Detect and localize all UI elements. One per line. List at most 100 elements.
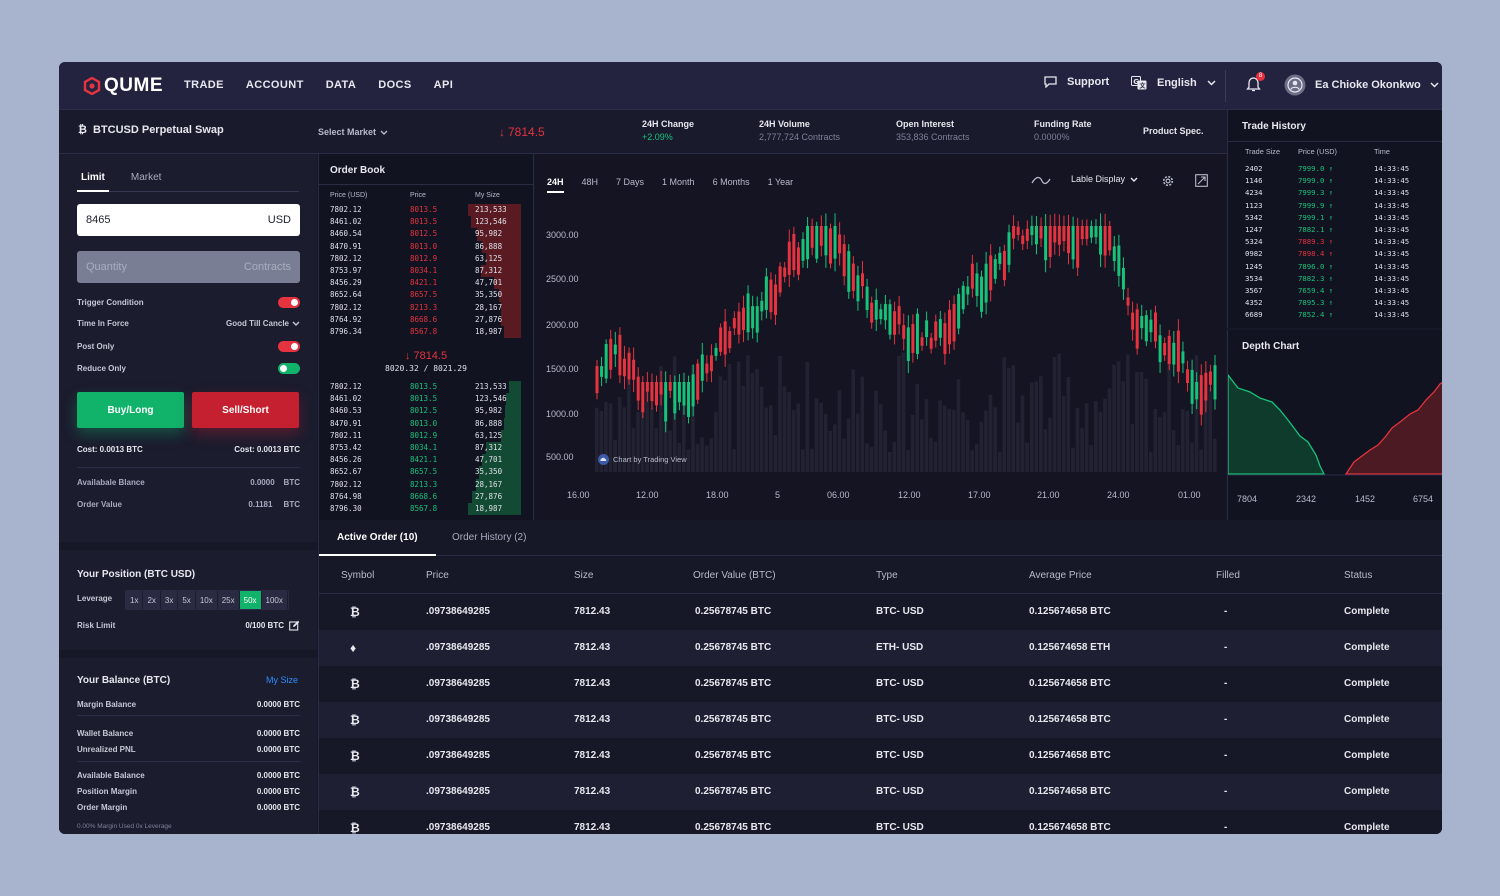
leverage-option-3x[interactable]: 3x (160, 591, 179, 609)
candle-up (664, 382, 668, 422)
bid-row[interactable]: 8796.30 8567.8 18,987 (319, 502, 533, 516)
ask-row[interactable]: 8461.02 8013.5 123,546 (319, 216, 533, 229)
ask-row[interactable]: 7802.12 8013.5 213,533 (319, 204, 533, 217)
reduce-only-toggle[interactable] (278, 363, 300, 374)
order-type: BTC- USD (876, 750, 924, 761)
leverage-selector: 1x 2x 3x 5x 10x 25x 50x 100x (125, 590, 289, 610)
order-row[interactable]: ₿ .09738649285 7812.43 0.25678745 BTC BTC- U… (319, 810, 1442, 834)
volume-bar (833, 424, 837, 472)
brand-logo[interactable]: QUME (83, 75, 163, 97)
volume-bar (965, 420, 970, 472)
ask-row[interactable]: 7802.12 8213.3 28,167 (319, 301, 533, 314)
order-price: .09738649285 (426, 786, 490, 797)
select-market-dropdown[interactable]: Select Market (318, 127, 388, 137)
ask-row[interactable]: 8470.91 8013.0 86,888 (319, 240, 533, 253)
tab-active-orders[interactable]: Active Order (10) (319, 520, 436, 556)
order-filled: - (1224, 822, 1228, 833)
ask-row[interactable]: 8753.97 8034.1 87,312 (319, 264, 533, 278)
user-menu[interactable]: Ea Chioke Okonkwo (1284, 74, 1439, 96)
bid-row[interactable]: 8460.53 8012.5 95,982 (319, 405, 533, 418)
volume-bar (1185, 410, 1190, 472)
stat-value: 0.0000% (1034, 132, 1070, 142)
cloud-icon (598, 454, 609, 465)
nav-link-data[interactable]: DATA (326, 79, 357, 91)
order-row[interactable]: ₿ .09738649285 7812.43 0.25678745 BTC BTC- U… (319, 774, 1442, 810)
bid-depth-area (1228, 373, 1326, 475)
sell-short-button[interactable]: Sell/Short (192, 392, 299, 428)
leverage-option-50x[interactable]: 50x (239, 591, 262, 609)
language-select[interactable]: G文 English (1131, 76, 1216, 90)
ob-header-price-usd: Price (USD) (330, 192, 368, 199)
tab-order-history[interactable]: Order History (2) (434, 520, 544, 556)
leverage-option-5x[interactable]: 5x (178, 591, 196, 609)
pair-title: ₿ BTCUSD Perpetual Swap (78, 124, 224, 136)
arrow-up-icon: ↑ (1324, 164, 1334, 173)
ask-row[interactable]: 8460.54 8012.5 95,982 (319, 228, 533, 241)
col-order-value: Order Value (BTC) (693, 570, 776, 581)
product-spec-link[interactable]: Product Spec. (1143, 126, 1204, 136)
candle-down (1199, 375, 1203, 415)
bid-row[interactable]: 8753.42 8034.1 87,312 (319, 441, 533, 455)
candle-down (810, 226, 814, 248)
bid-row[interactable]: 8652.67 8657.5 35,350 (319, 466, 533, 479)
order-filled: - (1224, 750, 1228, 761)
tab-limit[interactable]: Limit (77, 172, 109, 192)
leverage-option-1x[interactable]: 1x (126, 591, 144, 609)
order-value-row: Order Value 0.1181 BTC (77, 500, 300, 509)
my-size-link[interactable]: My Size (266, 675, 298, 685)
bid-row[interactable]: 8456.26 8421.1 47,701 (319, 454, 533, 467)
ob-price: 8013.5 (410, 217, 438, 227)
trigger-condition-toggle[interactable] (278, 297, 300, 308)
bid-row[interactable]: 8764.98 8668.6 27,876 (319, 490, 533, 503)
ask-row[interactable]: 8456.29 8421.1 47,701 (319, 277, 533, 290)
bid-row[interactable]: 7802.11 8012.9 63,125 (319, 429, 533, 442)
ask-row[interactable]: 8652.64 8657.5 35,350 (319, 289, 533, 302)
bid-row[interactable]: 7802.12 8013.5 213,533 (319, 381, 533, 394)
leverage-option-25x[interactable]: 25x (217, 591, 240, 609)
nav-link-trade[interactable]: TRADE (184, 79, 224, 91)
leverage-option-100x[interactable]: 100x (261, 591, 288, 609)
leverage-option-2x[interactable]: 2x (143, 591, 161, 609)
divider (77, 467, 300, 468)
time-in-force-select[interactable]: Good Till Cancle (226, 319, 300, 328)
buy-long-button[interactable]: Buy/Long (77, 392, 184, 428)
post-only-toggle[interactable] (278, 341, 300, 352)
tab-market[interactable]: Market (131, 172, 162, 191)
quantity-input[interactable]: Quantity Contracts (77, 251, 300, 283)
chat-icon (1044, 76, 1057, 88)
leverage-option-10x[interactable]: 10x (195, 591, 218, 609)
nav-link-account[interactable]: ACCOUNT (246, 79, 304, 91)
order-row[interactable]: ♦ .09738649285 7812.43 0.25678745 BTC ETH- U… (319, 630, 1442, 666)
edit-icon[interactable] (289, 620, 300, 631)
support-label: Support (1067, 76, 1110, 88)
volume-bar (1052, 357, 1057, 472)
order-avg: 0.125674658 BTC (1029, 606, 1111, 617)
order-row[interactable]: ₿ .09738649285 7812.43 0.25678745 BTC BTC- U… (319, 594, 1442, 630)
stat-label: Funding Rate (1034, 119, 1092, 129)
order-row[interactable]: ₿ .09738649285 7812.43 0.25678745 BTC BTC- U… (319, 702, 1442, 738)
order-row[interactable]: ₿ .09738649285 7812.43 0.25678745 BTC BTC- U… (319, 738, 1442, 774)
ob-price-usd: 7802.11 (330, 430, 362, 440)
ask-row[interactable]: 7802.12 8012.9 63,125 (319, 252, 533, 265)
order-avg: 0.125674658 BTC (1029, 714, 1111, 725)
order-row[interactable]: ₿ .09738649285 7812.43 0.25678745 BTC BTC- U… (319, 666, 1442, 702)
nav-link-docs[interactable]: DOCS (378, 79, 411, 91)
volume-bar (1162, 412, 1167, 472)
bid-row[interactable]: 7802.12 8213.3 28,167 (319, 478, 533, 491)
nav-link-api[interactable]: API (434, 79, 454, 91)
price-input[interactable]: 8465 USD (77, 204, 300, 236)
ask-row[interactable]: 8764.92 8668.6 27,876 (319, 313, 533, 326)
ob-price-usd: 8652.67 (330, 467, 362, 477)
sell-cost: Cost: 0.0013 BTC (234, 445, 300, 454)
ask-row[interactable]: 8796.34 8567.8 18,987 (319, 325, 533, 339)
trade-price-cell: 7999.9 ↑ (1298, 200, 1374, 212)
support-link[interactable]: Support (1044, 76, 1109, 88)
order-size: 7812.43 (574, 786, 611, 797)
bid-row[interactable]: 8461.02 8013.5 123,546 (319, 393, 533, 406)
bid-row[interactable]: 8470.91 8013.0 86,888 (319, 417, 533, 430)
ob-size: 123,546 (475, 394, 507, 404)
candle-up (604, 344, 608, 379)
trade-price: 7889.3 (1298, 237, 1325, 247)
notifications-button[interactable]: 8 (1246, 72, 1265, 94)
trade-size: 5342 (1245, 212, 1263, 222)
